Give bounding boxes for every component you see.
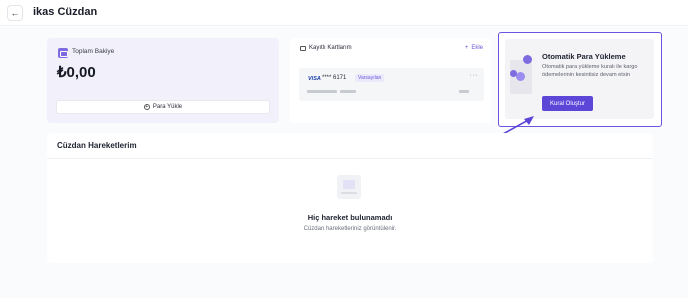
arrow-left-icon: ← — [10, 8, 20, 18]
balance-label: Toplam Bakiye — [72, 48, 115, 55]
create-rule-button[interactable]: Kural Oluştur — [542, 96, 593, 111]
balance-amount: ₺0,00 — [57, 64, 96, 81]
topup-button[interactable]: + Para Yükle — [56, 100, 270, 114]
empty-state-subtitle: Cüzdan hareketleriniz görüntülenir. — [303, 226, 397, 232]
add-card-label: Ekle — [471, 45, 483, 51]
coin-icon — [523, 55, 532, 64]
empty-state-title: Hiç hareket bulunamadı — [307, 213, 393, 222]
transactions-title: Cüzdan Hareketlerim — [57, 141, 137, 150]
page-title: ikas Cüzdan — [33, 6, 98, 18]
masked-info — [340, 90, 356, 93]
saved-cards-panel: Kayıtlı Kartlarım + Ekle VISA **** 6171 … — [290, 38, 491, 123]
auto-topup-panel: Otomatik Para Yükleme Otomatik para yükl… — [505, 39, 654, 119]
balance-card: Toplam Bakiye ₺0,00 + Para Yükle — [47, 38, 279, 123]
transactions-panel: Cüzdan Hareketlerim Hiç hareket bulunama… — [47, 133, 653, 263]
coin-icon — [510, 70, 517, 77]
visa-logo: VISA — [308, 76, 321, 82]
wallet-icon — [58, 48, 68, 58]
card-number: **** 6171 — [322, 75, 347, 81]
default-badge: Varsayılan — [355, 74, 385, 82]
masked-info — [459, 90, 469, 93]
card-menu-button[interactable]: ··· — [470, 72, 479, 79]
top-bar: ← ikas Cüzdan — [0, 0, 688, 26]
saved-card-item[interactable]: VISA **** 6171 Varsayılan ··· — [299, 68, 484, 101]
add-card-button[interactable]: + Ekle — [465, 45, 483, 51]
back-button[interactable]: ← — [7, 5, 23, 21]
auto-topup-description: Otomatik para yükleme kuralı ile kargo ö… — [542, 64, 638, 78]
divider — [47, 158, 653, 159]
plus-icon: + — [464, 45, 469, 51]
empty-state-icon — [337, 175, 361, 199]
credit-card-icon — [300, 46, 306, 51]
coin-icon — [516, 72, 525, 81]
plus-circle-icon: + — [143, 103, 150, 110]
auto-topup-title: Otomatik Para Yükleme — [542, 52, 626, 61]
saved-cards-title: Kayıtlı Kartlarım — [309, 45, 352, 51]
masked-info — [307, 90, 337, 93]
topup-button-label: Para Yükle — [152, 104, 183, 110]
